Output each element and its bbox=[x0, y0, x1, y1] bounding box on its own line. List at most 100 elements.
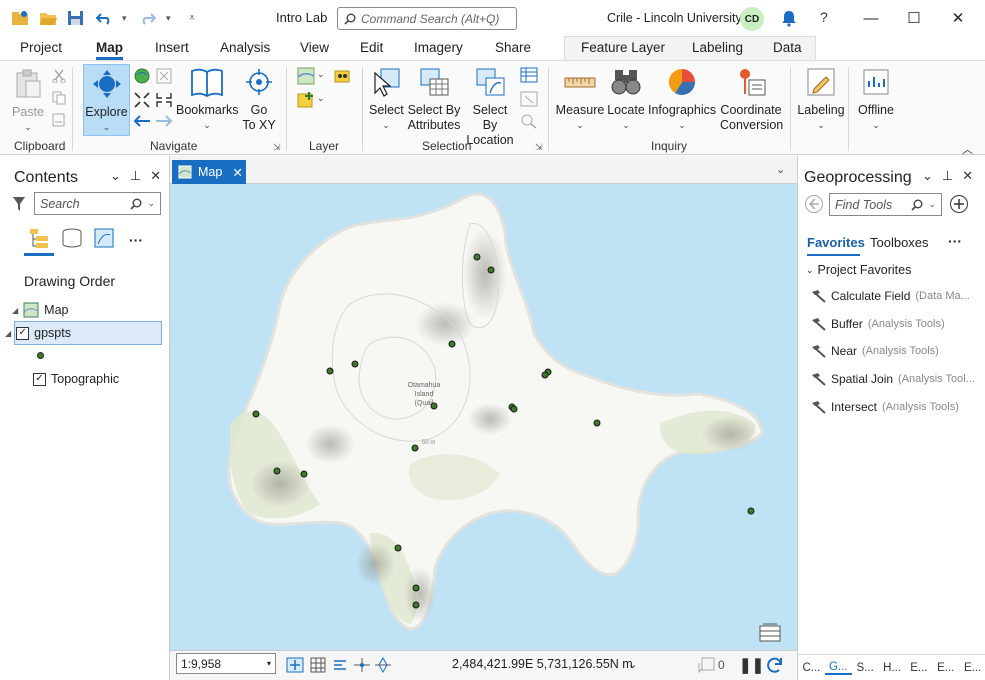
project-favorites-header[interactable]: ⌄ Project Favorites bbox=[806, 263, 911, 277]
bottom-tab-symbology[interactable]: S... bbox=[852, 662, 879, 674]
new-project-icon[interactable] bbox=[10, 8, 30, 28]
tab-analysis[interactable]: Analysis bbox=[220, 40, 270, 55]
geoprocessing-more-button[interactable]: ··· bbox=[948, 233, 962, 249]
copy-icon[interactable] bbox=[52, 91, 66, 105]
coordinate-conversion-button[interactable]: Coordinate Conversion bbox=[720, 67, 783, 133]
fixed-zoom-in-icon[interactable] bbox=[133, 91, 151, 109]
basemap-dropdown-icon[interactable]: ⌄ bbox=[317, 69, 325, 80]
refresh-icon[interactable] bbox=[766, 656, 784, 674]
gps-point[interactable] bbox=[252, 410, 260, 418]
zoom-to-selection-icon[interactable] bbox=[520, 113, 538, 129]
gps-point[interactable] bbox=[487, 266, 495, 274]
tab-view[interactable]: View bbox=[300, 40, 329, 55]
add-data-icon[interactable] bbox=[297, 91, 315, 109]
select-by-location-button[interactable]: Select By Location bbox=[465, 67, 515, 148]
gpspts-visibility-checkbox[interactable]: ✓ bbox=[16, 326, 30, 340]
notification-bell-icon[interactable] bbox=[780, 9, 798, 27]
contents-more-button[interactable]: ··· bbox=[129, 232, 143, 248]
explore-button[interactable]: Explore ⌄ bbox=[83, 64, 130, 136]
next-extent-icon[interactable] bbox=[154, 113, 174, 129]
bookmarks-button[interactable]: Bookmarks ⌄ bbox=[176, 67, 239, 133]
add-tool-icon[interactable] bbox=[949, 194, 969, 214]
gps-point[interactable] bbox=[510, 405, 518, 413]
selected-features-icon[interactable] bbox=[698, 657, 716, 673]
fixed-zoom-out-icon[interactable] bbox=[155, 91, 173, 109]
toc-layer-gpspts[interactable]: ◢ ✓ gpspts bbox=[5, 321, 162, 345]
help-button[interactable]: ? bbox=[820, 9, 828, 25]
command-search-input[interactable]: Command Search (Alt+Q) bbox=[337, 7, 517, 30]
redo-icon[interactable] bbox=[138, 8, 158, 28]
tab-map-view[interactable]: Map ✕ bbox=[172, 160, 246, 184]
tool-intersect[interactable]: Intersect (Analysis Tools) bbox=[810, 400, 959, 414]
gps-point[interactable] bbox=[394, 544, 402, 552]
gps-point[interactable] bbox=[593, 419, 601, 427]
search-dropdown-icon[interactable]: ⌄ bbox=[147, 198, 155, 209]
tool-calculate-field[interactable]: Calculate Field (Data Ma... bbox=[810, 289, 970, 303]
gps-point[interactable] bbox=[351, 360, 359, 368]
paste-button[interactable]: Paste ⌄ bbox=[10, 69, 46, 135]
previous-extent-icon[interactable] bbox=[132, 113, 152, 129]
contents-search-input[interactable]: Search ⌄ bbox=[34, 192, 161, 215]
avatar[interactable]: CD bbox=[740, 7, 764, 31]
tool-spatial-join[interactable]: Spatial Join (Analysis Tool... bbox=[810, 372, 975, 386]
gps-point[interactable] bbox=[430, 402, 438, 410]
customize-toolbar-icon[interactable]: ⩡ bbox=[182, 8, 202, 28]
tab-toolboxes[interactable]: Toolboxes bbox=[870, 235, 929, 250]
user-name[interactable]: Crile - Lincoln University bbox=[607, 11, 742, 25]
selection-launcher-icon[interactable]: ⇲ bbox=[535, 142, 543, 153]
basemap-icon[interactable] bbox=[297, 67, 315, 85]
select-button[interactable]: Select ⌄ bbox=[369, 67, 404, 133]
pin-icon[interactable]: ⊥ bbox=[942, 168, 953, 184]
pause-drawing-icon[interactable]: ❚❚ bbox=[739, 656, 764, 674]
add-data-dropdown-icon[interactable]: ⌄ bbox=[317, 93, 325, 104]
open-project-icon[interactable] bbox=[38, 8, 58, 28]
drawing-order-icon[interactable] bbox=[28, 227, 50, 249]
tab-insert[interactable]: Insert bbox=[155, 40, 189, 55]
undo-dropdown-icon[interactable]: ▾ bbox=[122, 13, 130, 24]
gps-point[interactable] bbox=[326, 367, 334, 375]
search-dropdown-icon[interactable]: ⌄ bbox=[928, 199, 936, 210]
correction-icon[interactable] bbox=[374, 657, 392, 673]
infographics-button[interactable]: Infographics ⌄ bbox=[648, 67, 716, 133]
undo-icon[interactable] bbox=[94, 8, 114, 28]
close-map-tab-icon[interactable]: ✕ bbox=[232, 165, 242, 180]
gps-point[interactable] bbox=[411, 444, 419, 452]
tab-overflow-icon[interactable]: ⌄ bbox=[776, 163, 785, 176]
topographic-visibility-checkbox[interactable]: ✓ bbox=[33, 372, 46, 386]
bottom-tab-e3[interactable]: E... bbox=[959, 662, 985, 674]
selection-view-icon[interactable] bbox=[93, 227, 115, 249]
cut-icon[interactable] bbox=[52, 69, 66, 83]
pane-options-icon[interactable]: ⌄ bbox=[922, 168, 933, 184]
gps-point[interactable] bbox=[473, 253, 481, 261]
labeling-button[interactable]: Labeling ⌄ bbox=[797, 67, 845, 133]
tab-labeling[interactable]: Labeling bbox=[692, 40, 743, 55]
collapse-arrow-icon[interactable]: ◢ bbox=[5, 329, 11, 338]
find-tools-input[interactable]: Find Tools ⌄ bbox=[829, 193, 942, 216]
go-to-xy-button[interactable]: Go To XY bbox=[241, 67, 277, 133]
bottom-tab-geoprocessing[interactable]: G... bbox=[824, 661, 852, 675]
tab-share[interactable]: Share bbox=[495, 40, 531, 55]
gps-point[interactable] bbox=[541, 371, 549, 379]
select-by-attributes-button[interactable]: Select By Attributes bbox=[407, 67, 461, 133]
collapse-arrow-icon[interactable]: ◢ bbox=[12, 306, 18, 315]
close-pane-icon[interactable]: ✕ bbox=[962, 168, 973, 184]
gps-point[interactable] bbox=[412, 584, 420, 592]
close-pane-icon[interactable]: ✕ bbox=[150, 168, 161, 184]
constraints-icon[interactable] bbox=[353, 657, 371, 673]
save-project-icon[interactable] bbox=[66, 8, 86, 28]
pin-icon[interactable]: ⊥ bbox=[130, 168, 141, 184]
redo-dropdown-icon[interactable]: ▾ bbox=[166, 13, 174, 24]
locate-button[interactable]: Locate ⌄ bbox=[607, 67, 645, 133]
tab-map[interactable]: Map bbox=[96, 40, 123, 60]
table-of-attributes-icon[interactable] bbox=[759, 623, 781, 643]
tool-near[interactable]: Near (Analysis Tools) bbox=[810, 344, 939, 358]
tool-buffer[interactable]: Buffer (Analysis Tools) bbox=[810, 317, 945, 331]
grid-icon[interactable] bbox=[310, 657, 326, 673]
tab-feature-layer[interactable]: Feature Layer bbox=[581, 40, 665, 55]
close-window-button[interactable]: ✕ bbox=[943, 6, 973, 30]
map-view[interactable]: Otamahua Island (Quail 50 m bbox=[170, 184, 797, 650]
snapping-icon[interactable] bbox=[332, 657, 348, 673]
maximize-button[interactable]: ☐ bbox=[899, 6, 929, 30]
clear-selection-icon[interactable] bbox=[520, 91, 538, 107]
bottom-tab-history[interactable]: H... bbox=[879, 662, 906, 674]
